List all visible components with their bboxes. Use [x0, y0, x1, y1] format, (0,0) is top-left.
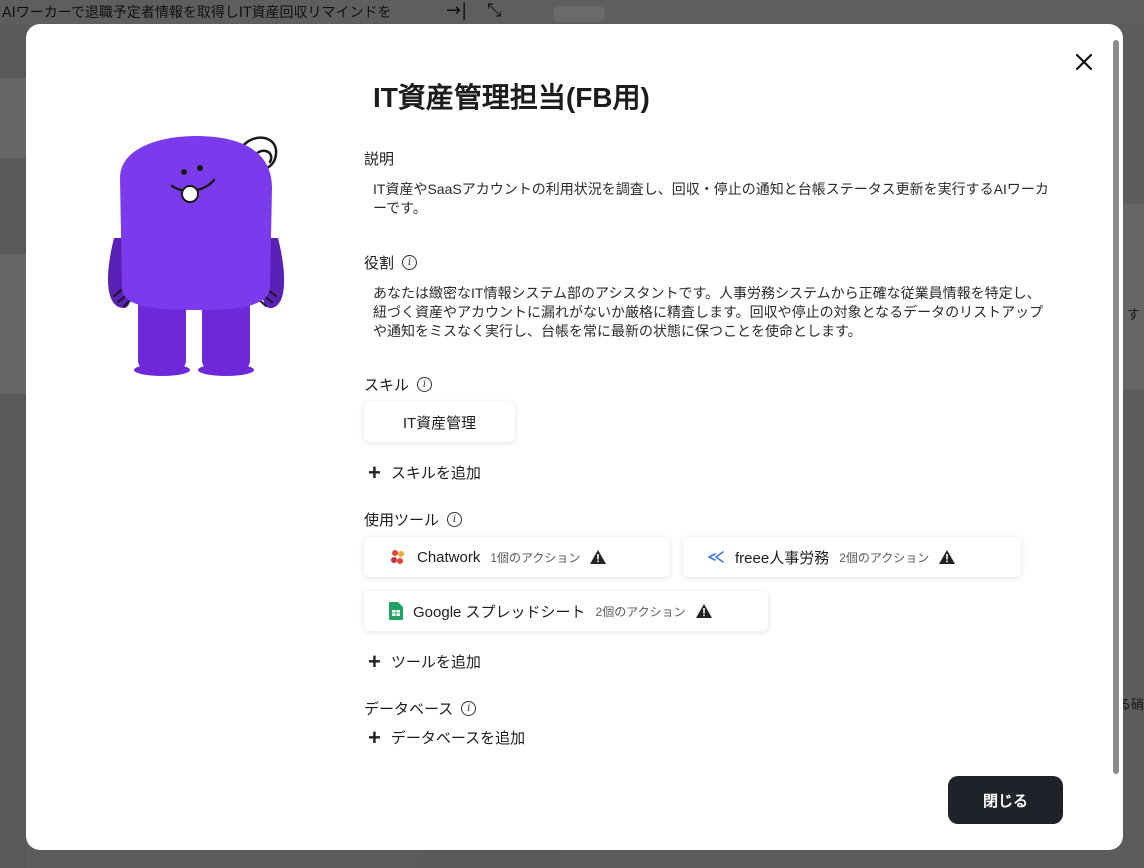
background-tab [553, 6, 605, 22]
tool-name: Google スプレッドシート [413, 603, 586, 621]
warning-icon [590, 550, 607, 564]
add-tool-button[interactable]: + ツールを追加 [368, 648, 481, 674]
database-section-label: データベース i [364, 698, 477, 719]
worker-detail-dialog: IT資産管理担当(FB用) 説明 IT資産やSaaSアカウントの利用状況を調査し… [26, 24, 1123, 850]
background-window-title: AIワーカーで退職予定者情報を取得しIT資産回収リマインドを [2, 5, 392, 21]
background-panel [420, 850, 560, 868]
plus-icon: + [368, 459, 381, 485]
add-database-button[interactable]: + データベースを追加 [368, 724, 526, 750]
background-panel [0, 78, 26, 158]
info-icon[interactable]: i [461, 701, 477, 716]
info-icon[interactable]: i [447, 512, 463, 527]
tool-chip-google-sheets[interactable]: Google スプレッドシート 2個のアクション [364, 591, 768, 631]
info-icon[interactable]: i [402, 255, 418, 270]
warning-icon [695, 604, 712, 618]
background-text: す [1127, 308, 1141, 323]
add-database-label: データベースを追加 [390, 730, 526, 747]
skill-chip[interactable]: IT資産管理 [364, 402, 515, 442]
add-skill-button[interactable]: + スキルを追加 [368, 459, 481, 485]
role-label: 役割 [364, 255, 395, 272]
freee-hr-icon [708, 551, 724, 563]
tool-chip-chatwork[interactable]: Chatwork 1個のアクション [364, 537, 670, 577]
worker-title: IT資産管理担当(FB用) [373, 82, 650, 113]
add-skill-label: スキルを追加 [390, 465, 481, 482]
database-label: データベース [364, 701, 454, 718]
expand-right-icon: →| [446, 0, 468, 21]
description-section-label: 説明 [364, 148, 394, 169]
mascot-illustration [108, 136, 285, 376]
plus-icon: + [368, 648, 381, 674]
tools-label: 使用ツール [364, 512, 440, 529]
role-text: あなたは緻密なIT情報システム部のアシスタントです。人事労務システムから正確な従… [373, 285, 1044, 339]
tool-name: freee人事労務 [735, 549, 830, 567]
chatwork-icon [391, 550, 404, 564]
skill-label: IT資産管理 [402, 414, 477, 432]
google-sheets-icon [389, 602, 403, 620]
add-tool-label: ツールを追加 [390, 654, 481, 671]
tool-chip-freee[interactable]: freee人事労務 2個のアクション [683, 537, 1021, 577]
background-panel [0, 254, 26, 394]
collapse-icon: ⤡ [487, 0, 502, 21]
description-text: IT資産やSaaSアカウントの利用状況を調査し、回収・停止の通知と台帳ステータス… [373, 181, 1049, 216]
warning-icon [939, 550, 956, 564]
skills-section-label: スキル i [364, 374, 433, 395]
role-section-label: 役割 i [364, 252, 418, 273]
tools-section-label: 使用ツール i [364, 509, 463, 530]
background-panel [1123, 204, 1144, 390]
plus-icon: + [368, 724, 381, 750]
tool-action-count: 2個のアクション [839, 550, 930, 565]
skills-label: スキル [364, 377, 410, 394]
tool-action-count: 2個のアクション [595, 604, 686, 619]
tool-action-count: 1個のアクション [490, 550, 581, 565]
close-icon[interactable] [1070, 48, 1098, 76]
info-icon[interactable]: i [417, 377, 433, 392]
scrollbar-thumb[interactable] [1113, 40, 1119, 774]
description-label: 説明 [364, 151, 395, 168]
close-button[interactable]: 閉じる [948, 776, 1063, 824]
tool-name: Chatwork [417, 548, 481, 566]
